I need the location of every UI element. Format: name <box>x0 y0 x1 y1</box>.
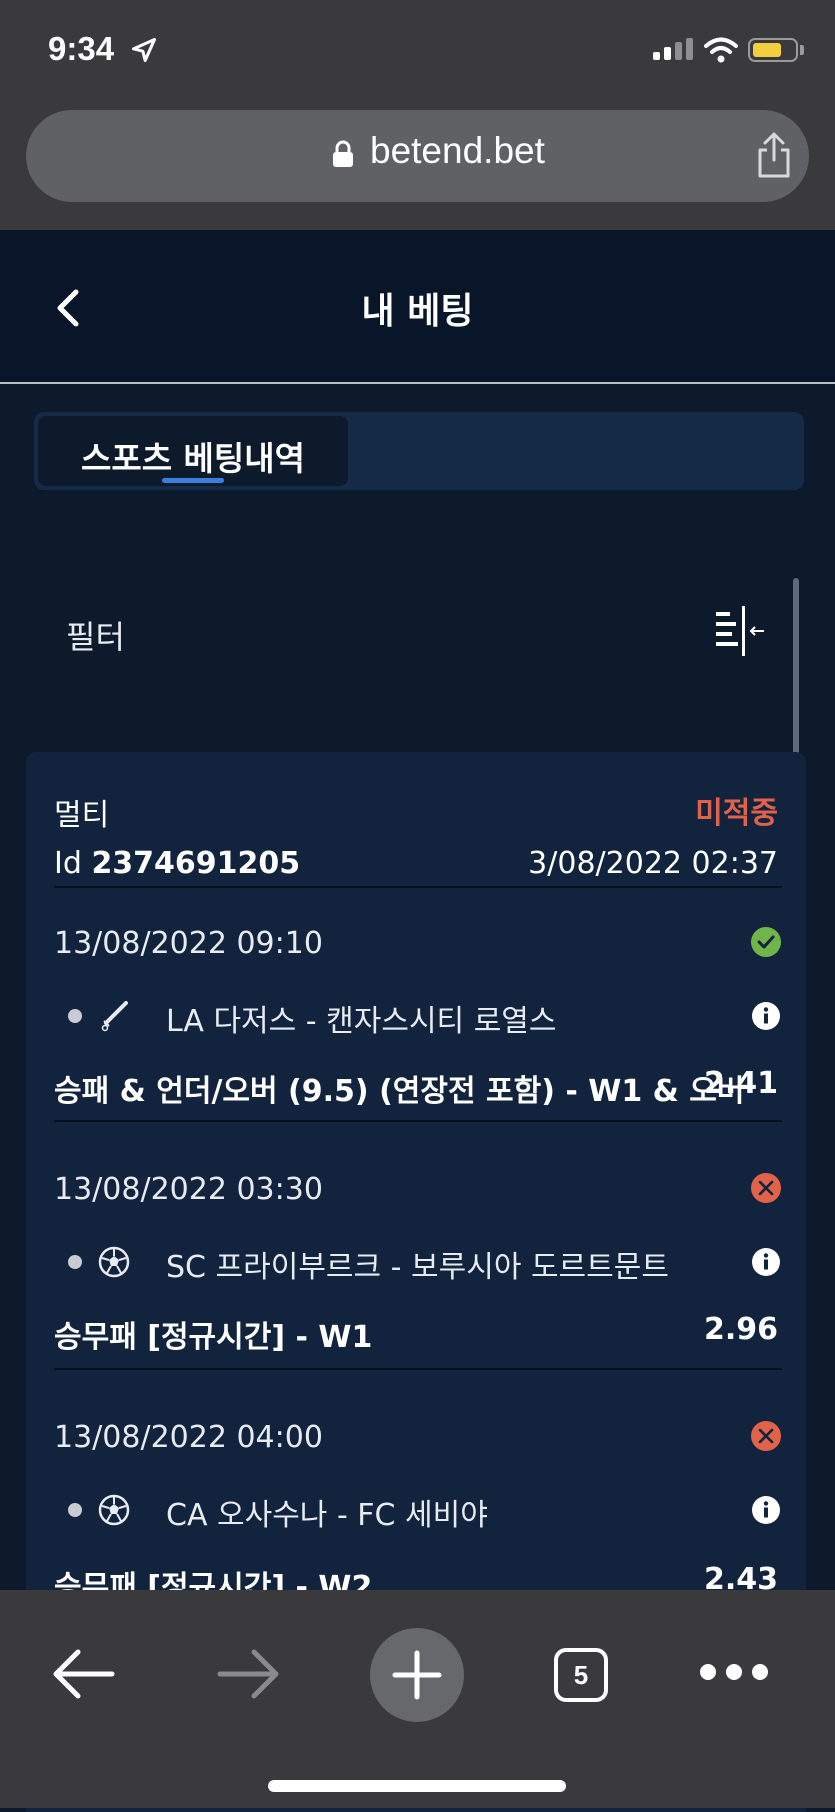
tab-label: 스포츠 베팅내역 <box>80 439 305 478</box>
selection-date: 13/08/2022 04:00 <box>54 1420 323 1455</box>
tab-switcher-button[interactable]: 5 <box>554 1648 608 1702</box>
lost-x-icon <box>751 1421 781 1451</box>
filter-label[interactable]: 필터 <box>66 612 125 658</box>
selection-event: LA 다저스 - 캔자스시티 로열스 <box>166 1004 557 1039</box>
bet-history-tabs: 스포츠 베팅내역 <box>34 412 804 490</box>
bullet-dot <box>68 1009 82 1023</box>
divider <box>54 886 782 888</box>
baseball-icon <box>101 1001 128 1032</box>
selection-date: 13/08/2022 09:10 <box>54 926 323 961</box>
divider <box>54 1368 782 1370</box>
address-bar[interactable]: betend.bet <box>26 110 809 202</box>
new-tab-button[interactable] <box>370 1628 464 1722</box>
lost-x-icon <box>751 1173 781 1203</box>
wifi-icon <box>704 37 738 63</box>
bullet-dot <box>68 1255 82 1269</box>
bet-id: Id 2374691205 <box>54 846 301 881</box>
page-title: 내 베팅 <box>361 291 474 332</box>
bet-type: 멀티 <box>54 798 110 833</box>
bet-status-badge: 미적중 <box>695 796 778 831</box>
filter-icon[interactable] <box>714 606 766 656</box>
selection-event: SC 프라이부르크 - 보루시아 도르트문트 <box>166 1250 669 1285</box>
more-options-icon[interactable] <box>700 1664 778 1684</box>
active-tab-indicator <box>162 478 224 483</box>
bullet-dot <box>68 1503 82 1517</box>
selection-market: 승무패 [정규시간] - W1 <box>54 1320 373 1355</box>
browser-back-arrow-icon[interactable] <box>50 1646 116 1702</box>
selection-date: 13/08/2022 03:30 <box>54 1172 323 1207</box>
won-check-icon <box>751 927 781 957</box>
divider <box>54 1120 782 1122</box>
info-icon[interactable] <box>752 1248 780 1276</box>
selection-event: CA 오사수나 - FC 세비야 <box>166 1498 488 1533</box>
selection-odds: 2.96 <box>703 1312 778 1347</box>
lock-icon <box>333 140 353 167</box>
selection-market: 승패 & 언더/오버 (9.5) (연장전 포함) - W1 & 오버 <box>54 1074 745 1109</box>
battery-icon <box>748 38 798 62</box>
tab-sports-bet-history[interactable]: 스포츠 베팅내역 <box>38 416 348 486</box>
bet-id-value: 2374691205 <box>91 846 301 881</box>
info-icon[interactable] <box>752 1002 780 1030</box>
url-text: betend.bet <box>370 130 545 171</box>
soccer-ball-icon <box>98 1246 130 1278</box>
bet-placed-date: 3/08/2022 02:37 <box>528 846 778 881</box>
page-header: 내 베팅 <box>0 230 835 384</box>
selection-odds: 2.41 <box>703 1066 778 1101</box>
share-icon[interactable] <box>754 130 794 180</box>
location-arrow-icon <box>131 37 157 63</box>
home-indicator[interactable] <box>268 1780 566 1792</box>
browser-forward-arrow-icon[interactable] <box>216 1646 282 1702</box>
browser-bottom-toolbar: 5 <box>0 1590 835 1808</box>
info-icon[interactable] <box>752 1496 780 1524</box>
soccer-ball-icon <box>98 1494 130 1526</box>
browser-top-bar: 9:34 betend.bet <box>0 0 835 230</box>
status-time: 9:34 <box>48 30 115 67</box>
plus-icon <box>392 1650 442 1700</box>
